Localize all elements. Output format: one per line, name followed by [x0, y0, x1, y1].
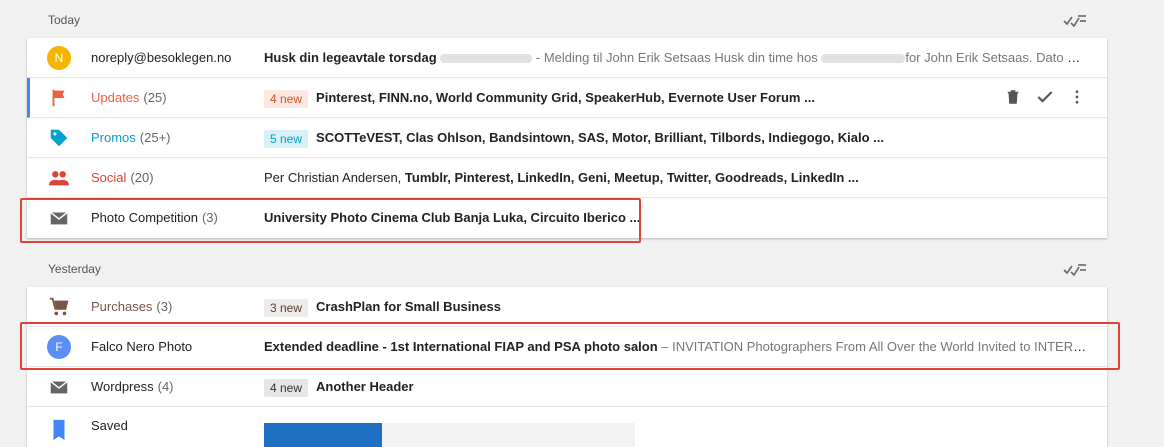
new-badge: 4 new [264, 378, 309, 397]
new-badge: 3 new [264, 298, 309, 317]
bundle-sender-plain: Per Christian Andersen, [264, 170, 405, 185]
tag-icon [50, 129, 68, 147]
mail-icon [50, 380, 68, 394]
saved-thumbnail[interactable] [264, 423, 382, 447]
bundle-label: Updates [91, 90, 140, 105]
bookmark-icon [53, 419, 65, 440]
check-icon[interactable] [1035, 87, 1055, 107]
avatar: N [47, 46, 71, 70]
redacted-text [821, 54, 906, 64]
bundle-social[interactable]: Social (20) Per Christian Andersen, Tumbl… [27, 158, 1107, 198]
people-icon [48, 171, 70, 186]
bundle-count: (20) [130, 170, 154, 185]
bundle-label: Social [91, 170, 127, 185]
list-item[interactable]: N noreply@besoklegen.no Husk din legeavt… [27, 38, 1107, 78]
bundle-label: Promos [91, 130, 136, 145]
sweep-done-icon[interactable] [1063, 261, 1087, 277]
section-label-yesterday: Yesterday [48, 262, 101, 276]
snippet: - Melding til John Erik Setsaas Husk din… [532, 50, 818, 65]
bundle-senders: Pinterest, FINN.no, World Community Grid… [316, 90, 815, 105]
more-vert-icon[interactable] [1067, 87, 1087, 107]
bundle-count: (25) [143, 90, 167, 105]
bundle-label: Wordpress [91, 379, 154, 394]
bundle-senders: CrashPlan for Small Business [316, 299, 501, 314]
bundle-count: (4) [157, 379, 174, 394]
highlight-box [20, 322, 1120, 370]
new-badge: 4 new [264, 89, 309, 108]
flag-icon [52, 89, 65, 107]
highlight-box [20, 198, 641, 243]
saved-preview[interactable] [382, 423, 635, 447]
bundle-label: Saved [91, 418, 128, 433]
cart-icon [49, 297, 69, 316]
sender-name: noreply@besoklegen.no [91, 50, 232, 65]
bundle-updates[interactable]: Updates (25) 4 new Pinterest, FINN.no, Wor… [27, 78, 1107, 118]
subject: Husk din legeavtale torsdag [264, 50, 437, 65]
bundle-count: (25+) [139, 130, 171, 145]
bundle-senders: Tumblr, Pinterest, LinkedIn, Geni, Meetu… [404, 170, 859, 185]
bundle-saved[interactable]: Saved [27, 407, 1107, 447]
bundle-purchases[interactable]: Purchases (3) 3 new CrashPlan for Small Bu… [27, 287, 1107, 327]
sweep-done-icon[interactable] [1063, 12, 1087, 28]
bundle-senders: SCOTTeVEST, Clas Ohlson, Bandsintown, SA… [316, 130, 884, 145]
snippet: for John Erik Setsaas. Dato og klokkesle… [905, 50, 1087, 65]
bundle-senders: Another Header [316, 379, 414, 394]
trash-icon[interactable] [1003, 87, 1023, 107]
redacted-text [440, 54, 533, 64]
bundle-label: Purchases [91, 299, 153, 314]
bundle-count: (3) [156, 299, 173, 314]
section-label-today: Today [48, 13, 81, 27]
bundle-promos[interactable]: Promos (25+) 5 new SCOTTeVEST, Clas Ohlson… [27, 118, 1107, 158]
bundle-wordpress[interactable]: Wordpress (4) 4 new Another Header [27, 367, 1107, 407]
new-badge: 5 new [264, 129, 309, 148]
